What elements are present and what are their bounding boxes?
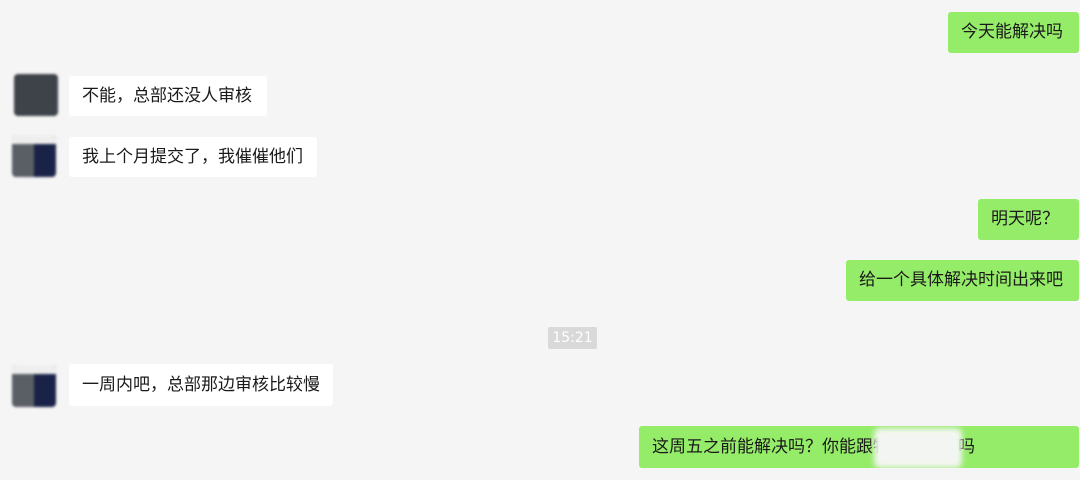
- message-text: 给一个具体解决时间出来吧: [859, 270, 1063, 290]
- avatar[interactable]: [12, 135, 56, 177]
- message-bubble-incoming[interactable]: 我上个月提交了，我催催他们: [69, 137, 317, 177]
- avatar[interactable]: [12, 365, 56, 407]
- message-timestamp: 15:21: [548, 327, 597, 349]
- message-text: 我上个月提交了，我催催他们: [82, 146, 303, 167]
- message-text: 今天能解决吗: [961, 22, 1063, 42]
- avatar[interactable]: [14, 74, 58, 116]
- redaction-blur: [874, 428, 962, 468]
- message-text: 一周内吧，总部那边审核比较慢: [82, 374, 320, 395]
- message-bubble-outgoing[interactable]: 明天呢？: [978, 199, 1079, 240]
- message-bubble-outgoing[interactable]: 这周五之前能解决吗？你能跟物业沟通下吗: [639, 426, 1079, 468]
- message-text: 不能，总部还没人审核: [82, 85, 252, 106]
- message-bubble-incoming[interactable]: 一周内吧，总部那边审核比较慢: [69, 364, 333, 406]
- chat-window: 今天能解决吗 不能，总部还没人审核 我上个月提交了，我催催他们 明天呢？ 给一个…: [0, 0, 1080, 480]
- message-bubble-outgoing[interactable]: 今天能解决吗: [948, 12, 1079, 53]
- message-text: 明天呢？: [991, 209, 1059, 229]
- message-bubble-incoming[interactable]: 不能，总部还没人审核: [69, 76, 267, 116]
- timestamp-text: 15:21: [552, 330, 593, 346]
- message-bubble-outgoing[interactable]: 给一个具体解决时间出来吧: [846, 260, 1079, 301]
